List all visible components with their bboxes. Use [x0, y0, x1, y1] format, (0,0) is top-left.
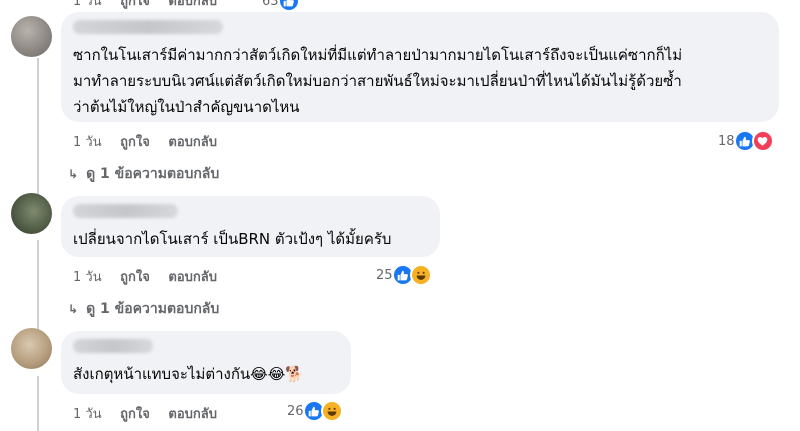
comment-text-line: ซากในโนเสาร์มีค่ามากกว่าสัตว์เกิดใหม่ที่…: [73, 46, 683, 64]
previous-comment-actions: 1 วัน ถูกใจ ตอบกลับ: [73, 0, 217, 11]
comment-bubble: สังเกตุหน้าแทบจะไม่ต่างกัน😂😂🐕: [61, 331, 351, 394]
reaction-count: 63: [262, 0, 279, 9]
avatar[interactable]: [11, 328, 52, 369]
view-replies-link[interactable]: ↳ ดู 1 ข้อความตอบกลับ: [68, 163, 219, 185]
thread-line: [37, 376, 39, 431]
reaction-count: 18: [718, 133, 735, 149]
reply-arrow-icon: ↳: [68, 302, 79, 316]
comment-bubble: ซากในโนเสาร์มีค่ามากกว่าสัตว์เกิดใหม่ที่…: [61, 12, 779, 122]
like-action[interactable]: ถูกใจ: [120, 135, 150, 150]
view-replies-label: ดู 1 ข้อความตอบกลับ: [86, 166, 220, 182]
reaction-summary[interactable]: 26: [287, 400, 343, 422]
avatar[interactable]: [11, 193, 52, 234]
reply-action[interactable]: ตอบกลับ: [168, 135, 217, 150]
reply-action[interactable]: ตอบกลับ: [168, 407, 217, 422]
reaction-count: 26: [287, 403, 304, 419]
author-name-blurred[interactable]: [73, 204, 178, 218]
like-action[interactable]: ถูกใจ: [120, 0, 150, 9]
time-label: 1 วัน: [73, 0, 102, 9]
reply-arrow-icon: ↳: [68, 167, 79, 181]
time-label: 1 วัน: [73, 135, 102, 150]
comment-actions: 1 วัน ถูกใจ ตอบกลับ: [73, 131, 231, 152]
comment-text-line: สังเกตุหน้าแทบจะไม่ต่างกัน😂😂🐕: [73, 365, 304, 383]
comment-actions: 1 วัน ถูกใจ ตอบกลับ: [73, 266, 231, 287]
view-replies-link[interactable]: ↳ ดู 1 ข้อความตอบกลับ: [68, 298, 219, 320]
view-replies-label: ดู 1 ข้อความตอบกลับ: [86, 301, 220, 317]
comment-text-line: ว่าต้นไม้ใหญ่ในป่าสำคัญขนาดไหน: [73, 98, 300, 116]
haha-icon: [409, 264, 432, 286]
previous-reaction-summary[interactable]: 63: [262, 0, 300, 12]
author-name-blurred[interactable]: [73, 339, 153, 353]
reaction-summary[interactable]: 18: [718, 130, 774, 152]
comment-text-line: เปลี่ยนจากไดโนเสาร์ เป็นBRN ตัวเป้งๆ ได้…: [73, 230, 392, 248]
reply-action[interactable]: ตอบกลับ: [168, 0, 217, 9]
thread-line: [37, 240, 39, 335]
reaction-summary[interactable]: 25: [376, 264, 432, 286]
reply-action[interactable]: ตอบกลับ: [168, 270, 217, 285]
reaction-count: 25: [376, 267, 393, 283]
time-label: 1 วัน: [73, 270, 102, 285]
like-icon: [277, 0, 300, 12]
comment-text-line: มาทำลายระบบนิเวศน์แต่สัตว์เกิดใหม่บอกว่า…: [73, 72, 682, 90]
time-label: 1 วัน: [73, 407, 102, 422]
like-action[interactable]: ถูกใจ: [120, 270, 150, 285]
thread-line: [37, 58, 39, 208]
avatar[interactable]: [11, 16, 52, 57]
like-action[interactable]: ถูกใจ: [120, 407, 150, 422]
comment-bubble: เปลี่ยนจากไดโนเสาร์ เป็นBRN ตัวเป้งๆ ได้…: [61, 196, 440, 257]
love-icon: [751, 130, 774, 152]
haha-icon: [320, 400, 343, 422]
comment-actions: 1 วัน ถูกใจ ตอบกลับ: [73, 403, 231, 424]
author-name-blurred[interactable]: [73, 20, 223, 34]
